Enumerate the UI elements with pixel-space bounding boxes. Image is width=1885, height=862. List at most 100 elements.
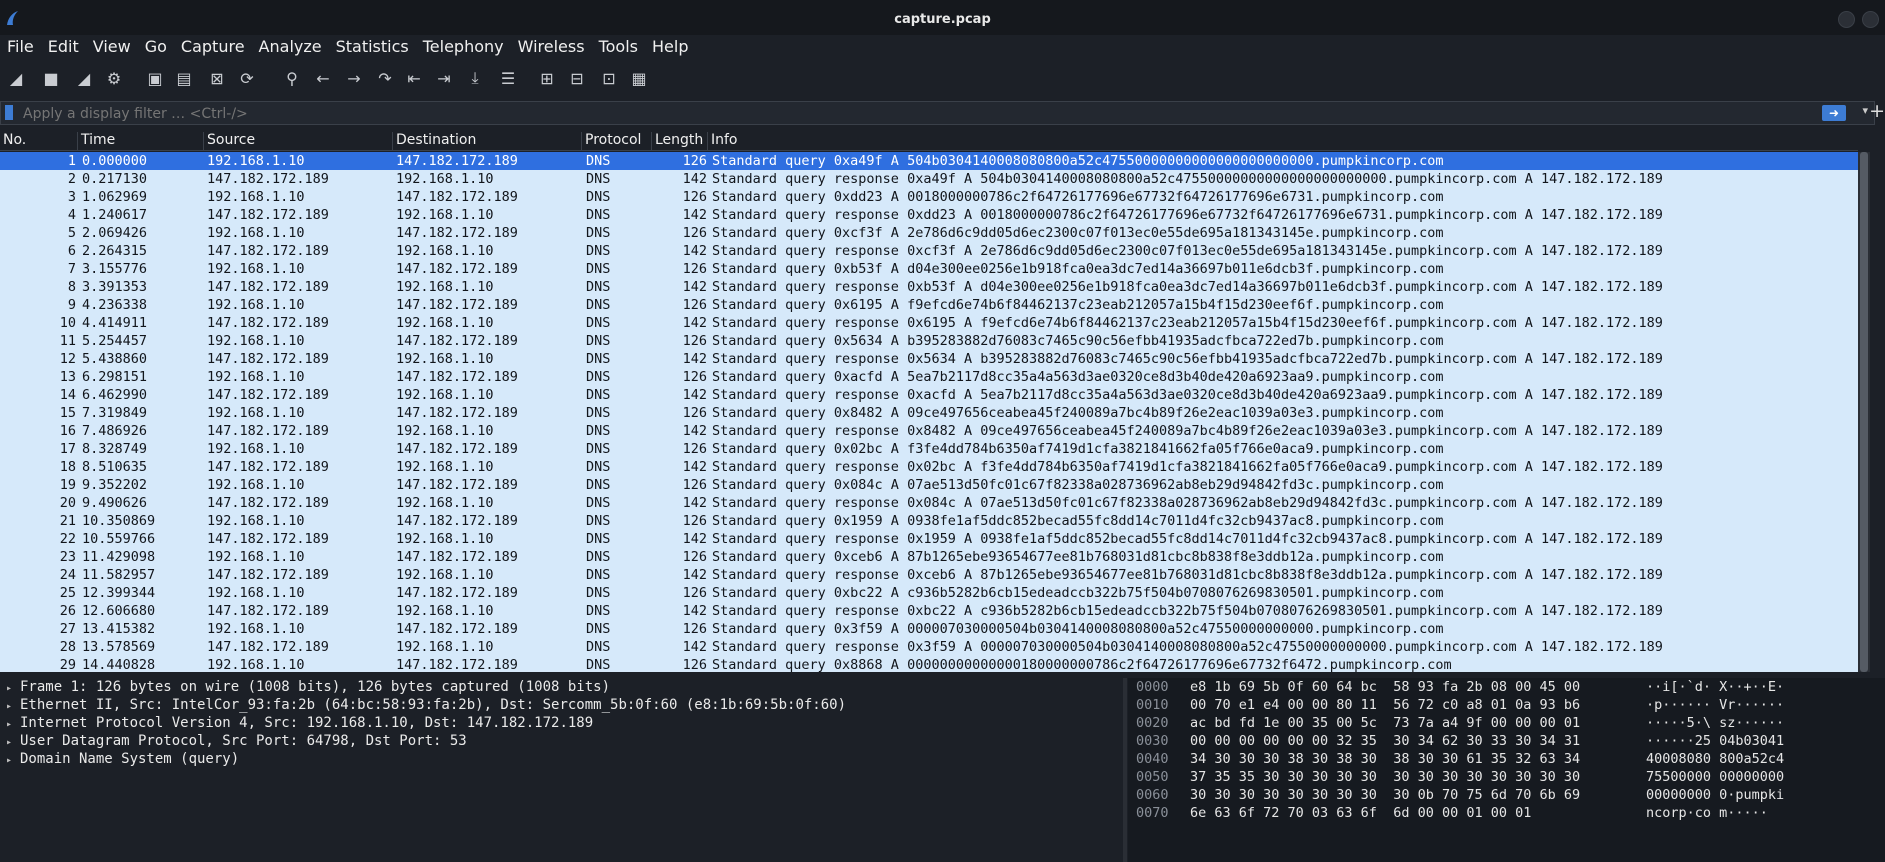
- packet-row[interactable]: 20 9.490626 147.182.172.189 192.168.1.10 DNS…: [0, 494, 1858, 512]
- auto-scroll-icon[interactable]: ⤓: [463, 66, 487, 90]
- go-forward-icon[interactable]: →: [342, 66, 366, 90]
- go-to-packet-icon[interactable]: ↷: [373, 66, 397, 90]
- packet-row[interactable]: 4 1.240617 147.182.172.189 192.168.1.10 DNS 1…: [0, 206, 1858, 224]
- zoom-out-icon[interactable]: ⊟: [565, 66, 589, 90]
- restart-capture-icon[interactable]: ◢: [72, 66, 96, 90]
- packet-row[interactable]: 23 11.429098 192.168.1.10 147.182.172.189 DN…: [0, 548, 1858, 566]
- packet-row[interactable]: 8 3.391353 147.182.172.189 192.168.1.10 DNS 1…: [0, 278, 1858, 296]
- bytes-hex[interactable]: 34 30 30 30 38 30 38 30 38 30 30 61 35 3…: [1190, 750, 1580, 768]
- go-back-icon[interactable]: ←: [311, 66, 335, 90]
- packet-row[interactable]: 3 1.062969 192.168.1.10 147.182.172.189 DNS 1…: [0, 188, 1858, 206]
- packet-row[interactable]: 26 12.606680 147.182.172.189 192.168.1.10 DN…: [0, 602, 1858, 620]
- bytes-ascii[interactable]: 00000000 0·pumpki: [1646, 786, 1784, 804]
- packet-row[interactable]: 14 6.462990 147.182.172.189 192.168.1.10 DNS…: [0, 386, 1858, 404]
- bytes-hex[interactable]: 00 70 e1 e4 00 00 80 11 56 72 c0 a8 01 0…: [1190, 696, 1580, 714]
- add-filter-button-icon[interactable]: +: [1869, 100, 1885, 122]
- column-time[interactable]: Time: [77, 132, 115, 150]
- last-packet-icon[interactable]: ⇥: [432, 66, 456, 90]
- capture-options-icon[interactable]: ⚙: [102, 66, 126, 90]
- close-window-button[interactable]: [1862, 11, 1879, 28]
- menu-edit[interactable]: Edit: [41, 35, 86, 59]
- menu-statistics[interactable]: Statistics: [329, 35, 416, 59]
- column-source[interactable]: Source: [203, 132, 255, 150]
- detail-tree-item[interactable]: ▸ Frame 1: 126 bytes on wire (1008 bits),…: [0, 678, 1123, 696]
- column-protocol[interactable]: Protocol: [581, 132, 641, 150]
- packet-row[interactable]: 2 0.217130 147.182.172.189 192.168.1.10 DNS 1…: [0, 170, 1858, 188]
- colorize-icon[interactable]: ☰: [496, 66, 520, 90]
- open-file-icon[interactable]: ▣: [143, 66, 167, 90]
- packet-row[interactable]: 19 9.352202 192.168.1.10 147.182.172.189 DNS…: [0, 476, 1858, 494]
- packet-row[interactable]: 11 5.254457 192.168.1.10 147.182.172.189 DNS…: [0, 332, 1858, 350]
- menu-go[interactable]: Go: [138, 35, 174, 59]
- reload-file-icon[interactable]: ⟳: [235, 66, 259, 90]
- minimize-button[interactable]: [1838, 11, 1855, 28]
- packet-row[interactable]: 13 6.298151 192.168.1.10 147.182.172.189 DNS…: [0, 368, 1858, 386]
- filter-dropdown-icon[interactable]: ▾: [1862, 104, 1868, 117]
- scrollbar-thumb[interactable]: [1860, 152, 1868, 672]
- bytes-ascii[interactable]: ·p······ Vr······: [1646, 696, 1784, 714]
- menu-analyze[interactable]: Analyze: [252, 35, 329, 59]
- menu-capture[interactable]: Capture: [174, 35, 252, 59]
- packet-list-scrollbar[interactable]: [1858, 152, 1870, 672]
- packet-row[interactable]: 29 14.440828 192.168.1.10 147.182.172.189 DN…: [0, 656, 1858, 672]
- bytes-ascii[interactable]: 75500000 00000000: [1646, 768, 1784, 786]
- packet-row[interactable]: 22 10.559766 147.182.172.189 192.168.1.10 DN…: [0, 530, 1858, 548]
- column-length[interactable]: Length: [651, 132, 703, 150]
- packet-row[interactable]: 10 4.414911 147.182.172.189 192.168.1.10 DNS…: [0, 314, 1858, 332]
- save-file-icon[interactable]: ▤: [172, 66, 196, 90]
- packet-row[interactable]: 25 12.399344 192.168.1.10 147.182.172.189 DN…: [0, 584, 1858, 602]
- zoom-in-icon[interactable]: ⊞: [535, 66, 559, 90]
- column-no[interactable]: No.: [0, 132, 26, 150]
- bytes-hex[interactable]: 30 30 30 30 30 30 30 30 30 0b 70 75 6d 7…: [1190, 786, 1580, 804]
- detail-tree-item[interactable]: ▸ User Datagram Protocol, Src Port: 64798…: [0, 732, 1123, 750]
- packet-row[interactable]: 5 2.069426 192.168.1.10 147.182.172.189 DNS 1…: [0, 224, 1858, 242]
- bytes-ascii[interactable]: ·····5·\ sz······: [1646, 714, 1784, 732]
- find-packet-icon[interactable]: ⚲: [280, 66, 304, 90]
- bytes-hex[interactable]: 6e 63 6f 72 70 03 63 6f 6d 00 00 01 00 0…: [1190, 804, 1531, 822]
- pane-divider[interactable]: [1123, 678, 1127, 862]
- display-filter-input[interactable]: [21, 103, 1805, 125]
- column-info[interactable]: Info: [707, 132, 738, 150]
- menu-wireless[interactable]: Wireless: [511, 35, 592, 59]
- start-capture-icon[interactable]: ◢: [4, 66, 28, 90]
- detail-tree-item[interactable]: ▸ Domain Name System (query): [0, 750, 1123, 768]
- apply-filter-icon[interactable]: ➜: [1822, 105, 1846, 121]
- menu-tools[interactable]: Tools: [592, 35, 645, 59]
- bytes-ascii[interactable]: 40008080 800a52c4: [1646, 750, 1784, 768]
- packet-list[interactable]: 1 0.000000 192.168.1.10 147.182.172.189 DNS 1…: [0, 152, 1858, 672]
- packet-row[interactable]: 17 8.328749 192.168.1.10 147.182.172.189 DNS…: [0, 440, 1858, 458]
- menu-telephony[interactable]: Telephony: [416, 35, 511, 59]
- bytes-hex[interactable]: 00 00 00 00 00 00 32 35 30 34 62 30 33 3…: [1190, 732, 1580, 750]
- packet-row[interactable]: 16 7.486926 147.182.172.189 192.168.1.10 DNS…: [0, 422, 1858, 440]
- packet-row[interactable]: 24 11.582957 147.182.172.189 192.168.1.10 DN…: [0, 566, 1858, 584]
- packet-row[interactable]: 18 8.510635 147.182.172.189 192.168.1.10 DNS…: [0, 458, 1858, 476]
- packet-row[interactable]: 12 5.438860 147.182.172.189 192.168.1.10 DNS…: [0, 350, 1858, 368]
- expand-arrow-icon[interactable]: ▸: [6, 752, 20, 770]
- bytes-ascii[interactable]: ··i[·`d· X··+··E·: [1646, 678, 1784, 696]
- packet-row[interactable]: 27 13.415382 192.168.1.10 147.182.172.189 DN…: [0, 620, 1858, 638]
- packet-row[interactable]: 6 2.264315 147.182.172.189 192.168.1.10 DNS 1…: [0, 242, 1858, 260]
- column-destination[interactable]: Destination: [392, 132, 476, 150]
- packet-row[interactable]: 28 13.578569 147.182.172.189 192.168.1.10 DN…: [0, 638, 1858, 656]
- packet-row[interactable]: 15 7.319849 192.168.1.10 147.182.172.189 DNS…: [0, 404, 1858, 422]
- bytes-hex[interactable]: e8 1b 69 5b 0f 60 64 bc 58 93 fa 2b 08 0…: [1190, 678, 1580, 696]
- detail-tree-item[interactable]: ▸ Ethernet II, Src: IntelCor_93:fa:2b (64…: [0, 696, 1123, 714]
- bytes-hex[interactable]: ac bd fd 1e 00 35 00 5c 73 7a a4 9f 00 0…: [1190, 714, 1580, 732]
- menu-file[interactable]: File: [0, 35, 41, 59]
- bytes-hex[interactable]: 37 35 35 30 30 30 30 30 30 30 30 30 30 3…: [1190, 768, 1580, 786]
- menu-help[interactable]: Help: [645, 35, 695, 59]
- resize-columns-icon[interactable]: ▦: [627, 66, 651, 90]
- filter-bookmark-icon[interactable]: [5, 105, 13, 120]
- bytes-ascii[interactable]: ······25 04b03041: [1646, 732, 1784, 750]
- packet-row[interactable]: 9 4.236338 192.168.1.10 147.182.172.189 DNS 1…: [0, 296, 1858, 314]
- stop-capture-icon[interactable]: ■: [39, 66, 63, 90]
- bytes-ascii[interactable]: ncorp·co m·····: [1646, 804, 1768, 822]
- normal-size-icon[interactable]: ⊡: [597, 66, 621, 90]
- packet-row[interactable]: 7 3.155776 192.168.1.10 147.182.172.189 DNS 1…: [0, 260, 1858, 278]
- detail-tree-item[interactable]: ▸ Internet Protocol Version 4, Src: 192.1…: [0, 714, 1123, 732]
- close-file-icon[interactable]: ⊠: [205, 66, 229, 90]
- first-packet-icon[interactable]: ⇤: [402, 66, 426, 90]
- packet-row[interactable]: 21 10.350869 192.168.1.10 147.182.172.189 DN…: [0, 512, 1858, 530]
- menu-view[interactable]: View: [86, 35, 138, 59]
- packet-row[interactable]: 1 0.000000 192.168.1.10 147.182.172.189 DNS 1…: [0, 152, 1858, 170]
